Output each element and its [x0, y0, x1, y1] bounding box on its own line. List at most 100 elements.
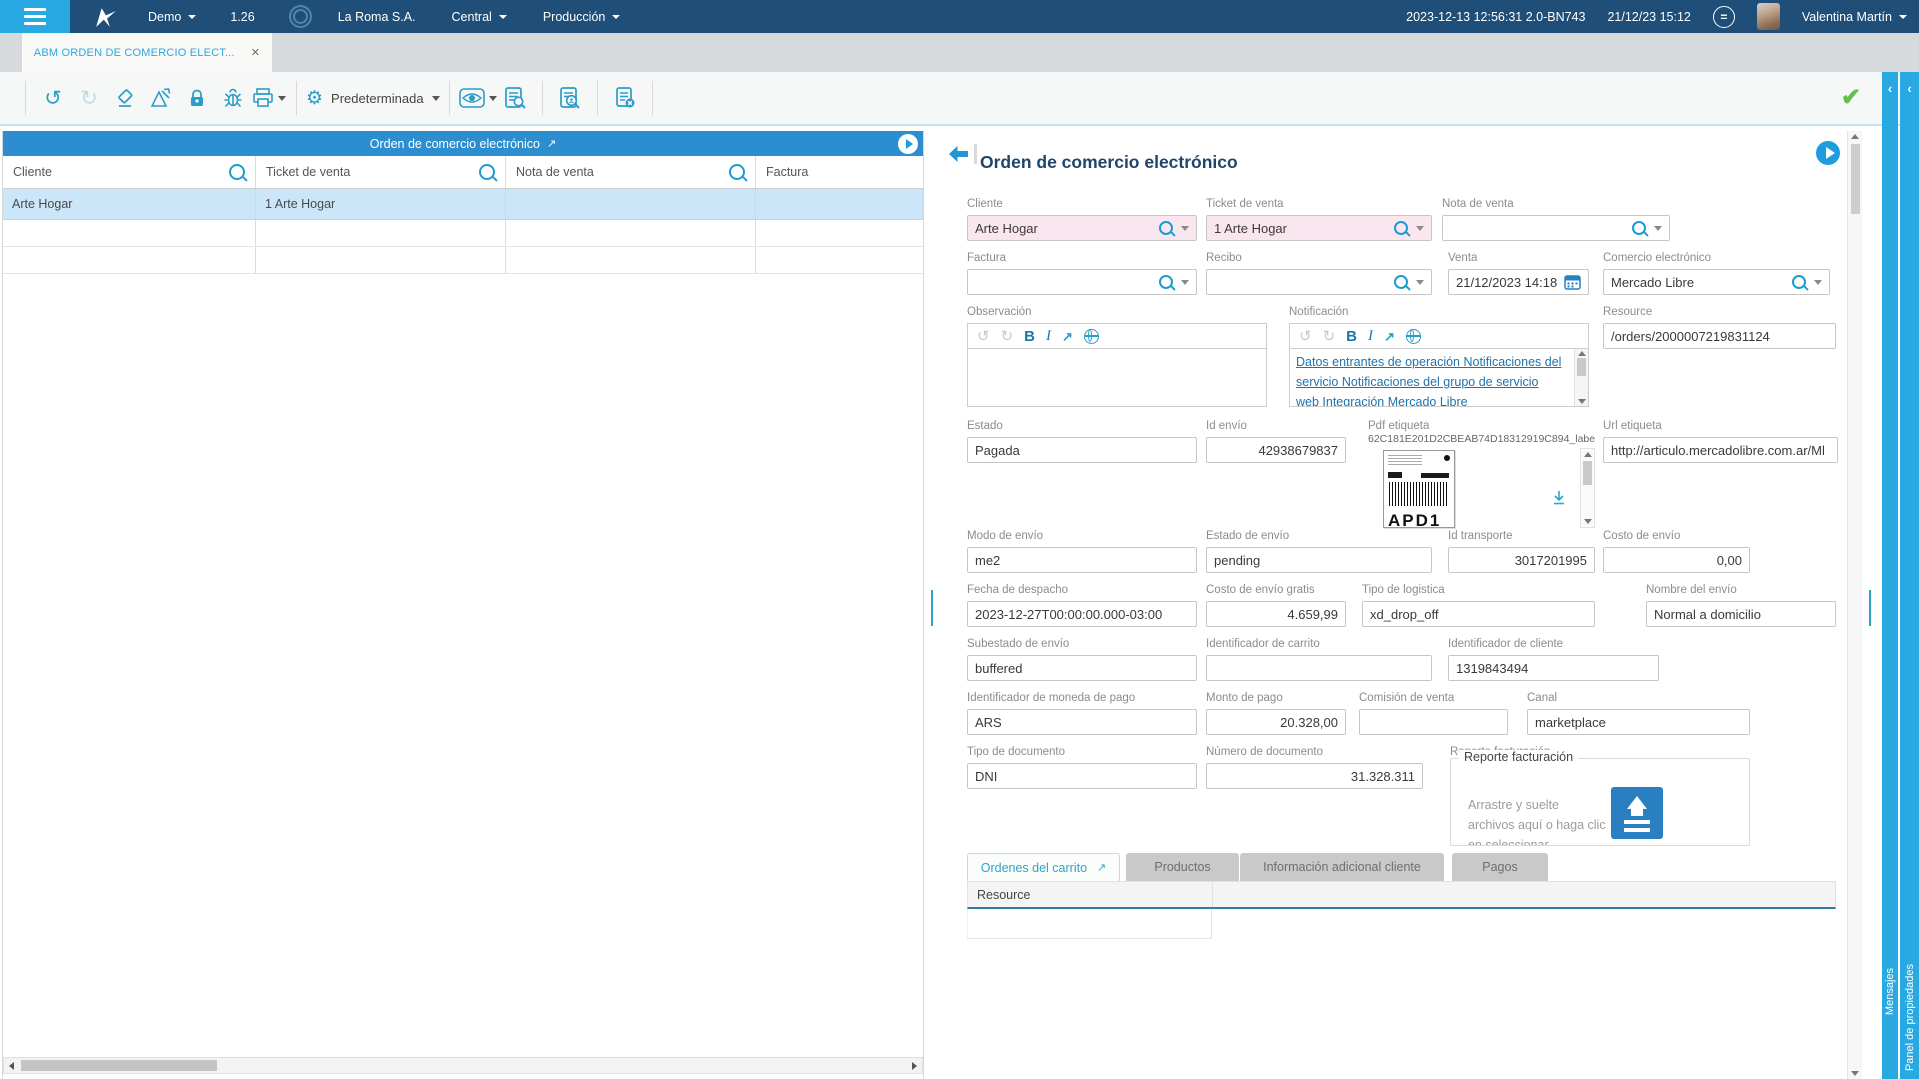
- scrollbar-thumb[interactable]: [1577, 358, 1586, 376]
- column-header-nota[interactable]: Nota de venta: [506, 156, 756, 188]
- nombre-envio-input[interactable]: Normal a domicilio: [1646, 601, 1836, 627]
- italic-icon[interactable]: I: [1046, 328, 1051, 344]
- observacion-textarea[interactable]: [967, 349, 1267, 407]
- chevron-down-icon[interactable]: [1181, 225, 1189, 231]
- notification-links[interactable]: Datos entrantes de operación Notificacio…: [1296, 352, 1564, 406]
- panel-propiedades-strip[interactable]: ‹ Panel de propiedades: [1900, 72, 1919, 1079]
- estado-input[interactable]: Pagada: [967, 437, 1197, 463]
- scroll-left-button[interactable]: [4, 1058, 19, 1073]
- numero-documento-input[interactable]: 31.328.311: [1206, 763, 1423, 789]
- fecha-despacho-input[interactable]: 2023-12-27T00:00:00.000-03:00: [967, 601, 1197, 627]
- scrollbar-thumb[interactable]: [1850, 144, 1860, 214]
- chevron-down-icon[interactable]: [278, 95, 286, 101]
- environment-menu[interactable]: Demo: [148, 10, 197, 24]
- search-icon[interactable]: [1159, 275, 1173, 289]
- pdf-scrollbar[interactable]: [1580, 448, 1595, 528]
- table-row[interactable]: [967, 909, 1836, 939]
- chevron-down-icon[interactable]: [1416, 225, 1424, 231]
- undo-button[interactable]: ↺: [35, 77, 71, 119]
- search-icon[interactable]: [1792, 275, 1806, 289]
- tab-abm-orden-comercio[interactable]: ABM ORDEN DE COMERCIO ELECT... ✕: [22, 33, 272, 72]
- chevron-down-icon[interactable]: [1814, 279, 1822, 285]
- column-header-ticket[interactable]: Ticket de venta: [256, 156, 506, 188]
- view-button[interactable]: [458, 77, 497, 119]
- costo-envio-input[interactable]: 0,00: [1603, 547, 1750, 573]
- venta-datetime-input[interactable]: 21/12/2023 14:18: [1448, 269, 1589, 295]
- undo-icon[interactable]: ↺: [977, 329, 990, 344]
- clear-button[interactable]: [107, 77, 143, 119]
- search-icon[interactable]: [729, 164, 745, 180]
- clear-list-button[interactable]: [607, 77, 643, 119]
- subestado-envio-input[interactable]: buffered: [967, 655, 1197, 681]
- expand-icon[interactable]: ↗: [1384, 330, 1395, 343]
- run-query-button[interactable]: [898, 133, 918, 154]
- scroll-right-button[interactable]: [907, 1058, 922, 1073]
- resource-input[interactable]: /orders/2000007219831124: [1603, 323, 1836, 349]
- validation-check-icon[interactable]: ✔: [1841, 86, 1861, 110]
- tipo-logistica-input[interactable]: xd_drop_off: [1362, 601, 1595, 627]
- search-icon[interactable]: [1159, 221, 1173, 235]
- expand-icon[interactable]: ↗: [1097, 861, 1106, 874]
- calendar-icon[interactable]: [1564, 274, 1581, 290]
- monto-pago-input[interactable]: 20.328,00: [1206, 709, 1346, 735]
- horizontal-scrollbar[interactable]: [3, 1057, 923, 1074]
- search-icon[interactable]: [1394, 221, 1408, 235]
- mensajes-panel-strip[interactable]: ‹ Mensajes: [1882, 72, 1898, 1079]
- globe-icon[interactable]: [1405, 328, 1421, 344]
- print-button[interactable]: [251, 77, 287, 119]
- identificador-moneda-input[interactable]: ARS: [967, 709, 1197, 735]
- debug-button[interactable]: [215, 77, 251, 119]
- branch-menu[interactable]: Central: [452, 10, 507, 24]
- org-emblem-icon[interactable]: [288, 5, 312, 28]
- costo-envio-gratis-input[interactable]: 4.659,99: [1206, 601, 1346, 627]
- identificador-cliente-input[interactable]: 1319843494: [1448, 655, 1659, 681]
- chevron-down-icon[interactable]: [1654, 225, 1662, 231]
- avatar[interactable]: [1756, 3, 1780, 30]
- comision-venta-input[interactable]: [1359, 709, 1508, 735]
- column-header-cliente[interactable]: Cliente: [3, 156, 256, 188]
- nota-venta-input[interactable]: [1442, 215, 1670, 241]
- redo-icon[interactable]: ↻: [1001, 329, 1014, 344]
- globe-icon[interactable]: [1083, 328, 1099, 344]
- tab-pagos[interactable]: Pagos: [1452, 853, 1548, 881]
- download-icon[interactable]: [1552, 490, 1566, 510]
- redo-button[interactable]: ↻: [71, 77, 107, 119]
- id-transporte-input[interactable]: 3017201995: [1448, 547, 1595, 573]
- cliente-input[interactable]: Arte Hogar: [967, 215, 1197, 241]
- comercio-electronico-input[interactable]: Mercado Libre: [1603, 269, 1830, 295]
- pdf-label-preview[interactable]: APD1: [1383, 450, 1455, 528]
- table-row[interactable]: [3, 247, 923, 274]
- italic-icon[interactable]: I: [1368, 328, 1373, 344]
- identificador-carrito-input[interactable]: [1206, 655, 1432, 681]
- close-icon[interactable]: ✕: [251, 46, 260, 59]
- bold-icon[interactable]: B: [1346, 329, 1357, 344]
- back-button[interactable]: [948, 144, 977, 164]
- expand-icon[interactable]: ↗: [1062, 330, 1073, 343]
- chevron-down-icon[interactable]: [1181, 279, 1189, 285]
- redo-icon[interactable]: ↻: [1323, 329, 1336, 344]
- id-envio-input[interactable]: 42938679837: [1206, 437, 1346, 463]
- user-menu[interactable]: Valentina Martín: [1802, 10, 1907, 24]
- right-panel-splitter[interactable]: [1869, 590, 1871, 626]
- bold-icon[interactable]: B: [1024, 329, 1035, 344]
- estado-envio-input[interactable]: pending: [1206, 547, 1432, 573]
- tab-ordenes-del-carrito[interactable]: Ordenes del carrito ↗: [967, 853, 1120, 881]
- search-icon[interactable]: [479, 164, 495, 180]
- search-icon[interactable]: [229, 164, 245, 180]
- tab-productos[interactable]: Productos: [1126, 853, 1239, 881]
- edit-button[interactable]: [143, 77, 179, 119]
- results-panel-header[interactable]: Orden de comercio electrónico ↗: [3, 131, 923, 156]
- tipo-documento-input[interactable]: DNI: [967, 763, 1197, 789]
- app-logo-icon[interactable]: [92, 5, 120, 29]
- recibo-input[interactable]: [1206, 269, 1432, 295]
- factura-input[interactable]: [967, 269, 1197, 295]
- table-row[interactable]: Arte Hogar 1 Arte Hogar: [3, 189, 923, 220]
- search-icon[interactable]: [1632, 221, 1646, 235]
- undo-icon[interactable]: ↺: [1299, 329, 1312, 344]
- editor-scrollbar[interactable]: [1574, 349, 1588, 406]
- search-icon[interactable]: [1394, 275, 1408, 289]
- expand-icon[interactable]: ↗: [547, 137, 556, 150]
- table-row[interactable]: [3, 220, 923, 247]
- search-records-button[interactable]: [552, 77, 588, 119]
- url-etiqueta-input[interactable]: http://articulo.mercadolibre.com.ar/Ml: [1603, 437, 1838, 463]
